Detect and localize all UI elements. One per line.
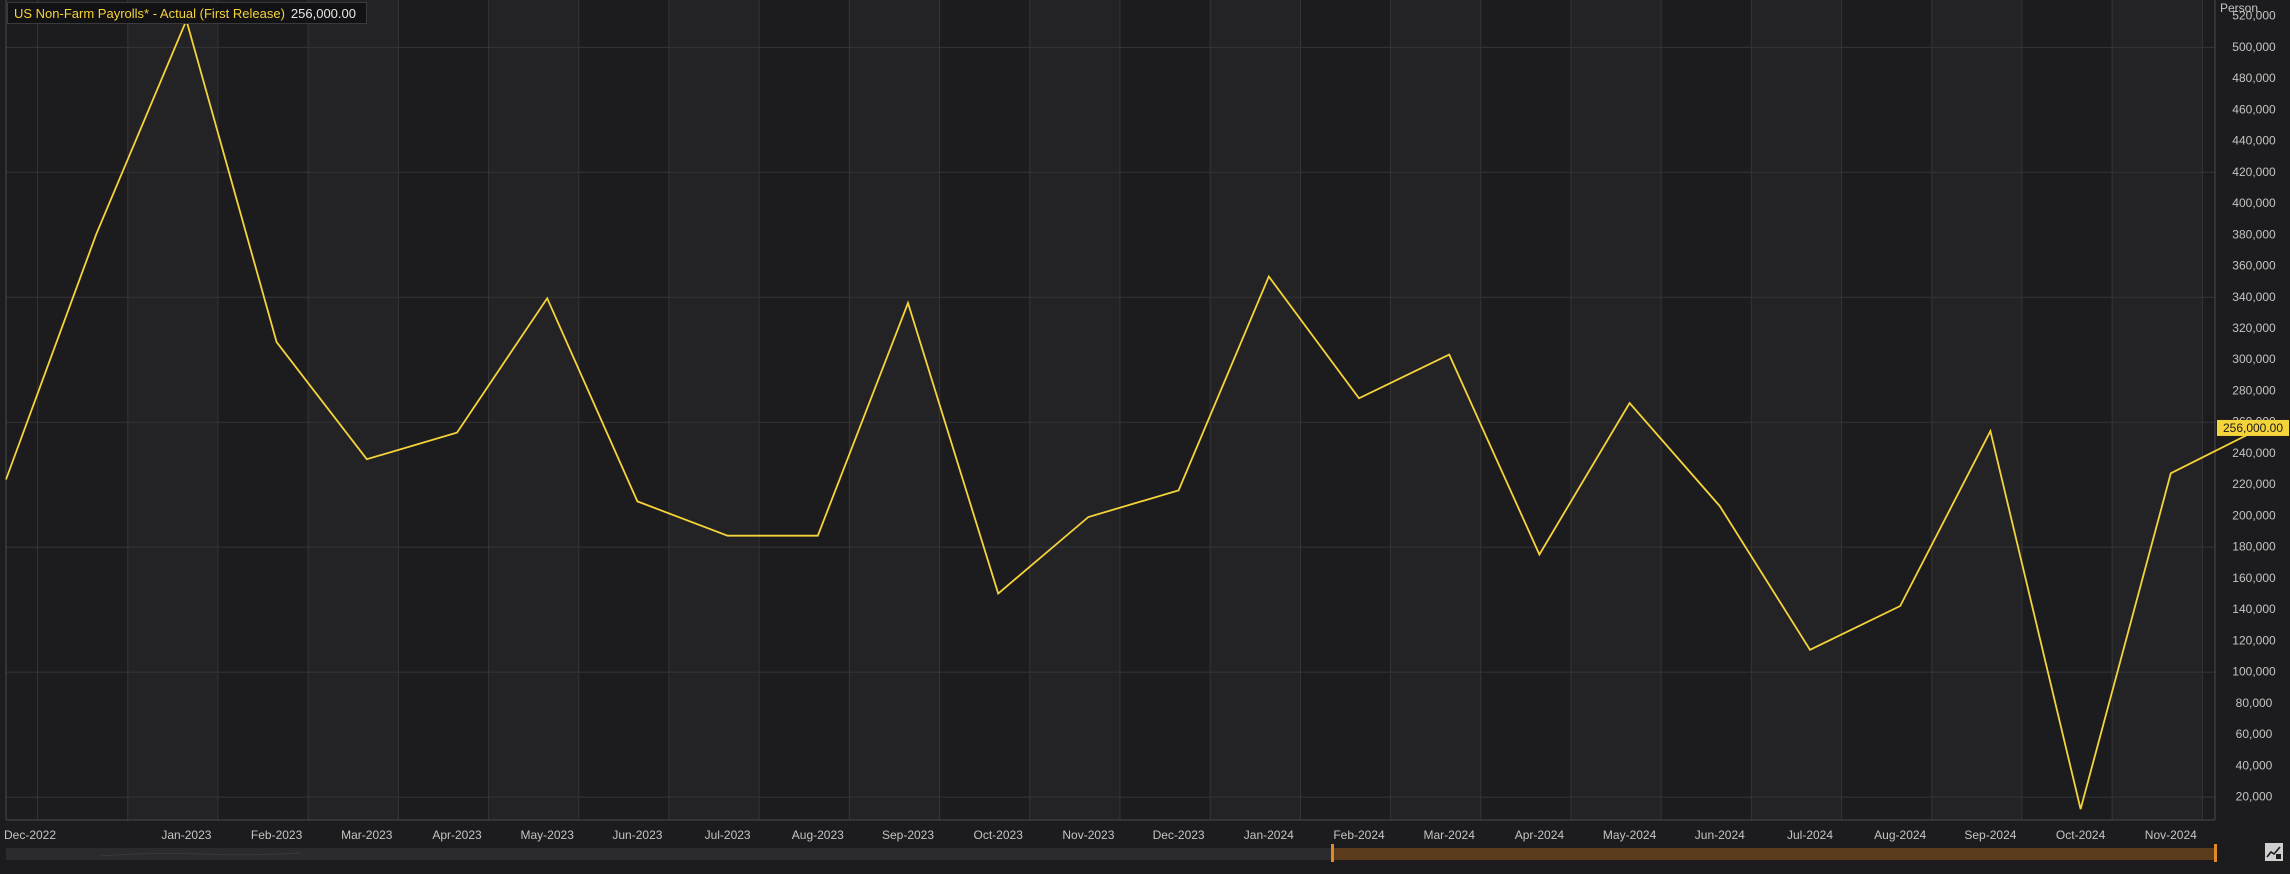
chart-root: Person20,00040,00060,00080,000100,000120… xyxy=(0,0,2290,869)
column-band xyxy=(489,0,579,820)
column-band xyxy=(128,0,218,820)
x-tick-label: Nov-2023 xyxy=(1062,828,1114,842)
legend-series-label: US Non-Farm Payrolls* - Actual (First Re… xyxy=(14,6,285,21)
x-tick-label: Oct-2023 xyxy=(974,828,1024,842)
y-tick-label: 240,000 xyxy=(2232,446,2276,460)
x-tick-label: Jan-2023 xyxy=(161,828,211,842)
x-tick-label: Feb-2023 xyxy=(251,828,303,842)
y-tick-label: 180,000 xyxy=(2232,540,2276,554)
y-tick-label: 460,000 xyxy=(2232,102,2276,116)
column-band xyxy=(1932,0,2022,820)
y-tick-label: 500,000 xyxy=(2232,40,2276,54)
x-tick-label: May-2024 xyxy=(1603,828,1657,842)
payrolls-line-chart[interactable]: Person20,00040,00060,00080,000100,000120… xyxy=(0,0,2290,869)
y-tick-label: 20,000 xyxy=(2236,790,2273,804)
y-tick-label: 160,000 xyxy=(2232,571,2276,585)
x-tick-label: May-2023 xyxy=(521,828,575,842)
column-band xyxy=(669,0,759,820)
x-tick-label: Jul-2023 xyxy=(705,828,751,842)
y-tick-label: 140,000 xyxy=(2232,602,2276,616)
y-tick-label: 200,000 xyxy=(2232,508,2276,522)
y-tick-label: 480,000 xyxy=(2232,71,2276,85)
x-tick-label: Mar-2023 xyxy=(341,828,393,842)
column-band xyxy=(1391,0,1481,820)
y-tick-label: 100,000 xyxy=(2232,665,2276,679)
column-band xyxy=(1030,0,1120,820)
x-tick-label: Nov-2024 xyxy=(2145,828,2197,842)
x-tick-label: Sep-2023 xyxy=(882,828,934,842)
x-tick-label: Oct-2024 xyxy=(2056,828,2106,842)
x-tick-label: Mar-2024 xyxy=(1424,828,1476,842)
x-tick-label: Aug-2023 xyxy=(792,828,844,842)
y-tick-label: 380,000 xyxy=(2232,227,2276,241)
y-tick-label: 40,000 xyxy=(2236,758,2273,772)
y-tick-label: 440,000 xyxy=(2232,134,2276,148)
y-tick-label: 360,000 xyxy=(2232,259,2276,273)
y-tick-label: 60,000 xyxy=(2236,727,2273,741)
navigator-window xyxy=(1332,848,2215,860)
column-bands xyxy=(6,0,2215,820)
x-tick-label: Apr-2023 xyxy=(432,828,482,842)
x-tick-label: Feb-2024 xyxy=(1333,828,1385,842)
y-tick-label: 80,000 xyxy=(2236,696,2273,710)
x-tick-label: Jun-2024 xyxy=(1695,828,1745,842)
x-tick-label: Jan-2024 xyxy=(1244,828,1294,842)
x-tick-label: Jul-2024 xyxy=(1787,828,1833,842)
chart-settings-icon[interactable] xyxy=(2265,843,2283,861)
series-legend: US Non-Farm Payrolls* - Actual (First Re… xyxy=(7,2,367,24)
y-tick-label: 300,000 xyxy=(2232,352,2276,366)
column-band xyxy=(308,0,398,820)
x-tick-label: Apr-2024 xyxy=(1515,828,1565,842)
x-tick-label: Jun-2023 xyxy=(612,828,662,842)
x-tick-label: Dec-2023 xyxy=(1153,828,1205,842)
column-band xyxy=(849,0,939,820)
column-band xyxy=(1751,0,1841,820)
last-value-tag-label: 256,000.00 xyxy=(2223,421,2283,435)
y-tick-label: 420,000 xyxy=(2232,165,2276,179)
navigator-left-handle xyxy=(1331,844,1334,862)
column-band xyxy=(2112,0,2202,820)
column-band xyxy=(1210,0,1300,820)
range-navigator[interactable] xyxy=(6,844,2217,862)
x-tick-label: Sep-2024 xyxy=(1964,828,2016,842)
y-tick-label: 280,000 xyxy=(2232,383,2276,397)
legend-last-value: 256,000.00 xyxy=(291,6,356,21)
navigator-right-handle xyxy=(2214,844,2217,862)
y-tick-label: 320,000 xyxy=(2232,321,2276,335)
column-band xyxy=(1571,0,1661,820)
y-tick-label: 220,000 xyxy=(2232,477,2276,491)
y-tick-label: 120,000 xyxy=(2232,633,2276,647)
y-tick-label: 400,000 xyxy=(2232,196,2276,210)
x-tick-label: Aug-2024 xyxy=(1874,828,1926,842)
y-tick-label: 340,000 xyxy=(2232,290,2276,304)
x-tick-label: Dec-2022 xyxy=(4,828,56,842)
y-tick-label: 520,000 xyxy=(2232,9,2276,23)
x-axis: Dec-2022 Jan-2023 Feb-2023 Mar-2023 Apr-2023… xyxy=(4,820,2215,842)
